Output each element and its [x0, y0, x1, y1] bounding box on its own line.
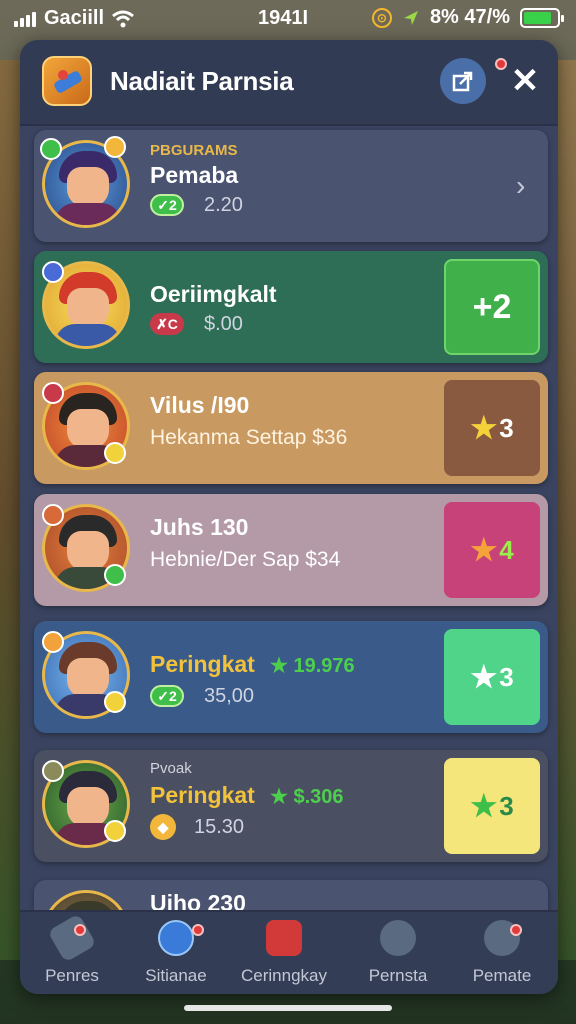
row-name: Juhs 130 [150, 514, 249, 540]
row-name: Pemaba [150, 162, 239, 188]
row-subtitle: PBGURAMS [150, 142, 238, 159]
add-points-button[interactable]: +2 [444, 259, 540, 355]
coin-badge-icon [104, 691, 126, 713]
rank-badge-icon [42, 631, 64, 653]
nav-label: Pernsta [368, 966, 428, 985]
status-bar: Gaciill 1941I ⊙ 8% 47/% [0, 0, 576, 38]
alarm-icon: ⊙ [371, 7, 392, 28]
row-name: Peringkat [150, 782, 255, 808]
bottom-navigation: Penres Sitianae Cerinngkay Pernsta Pemat… [20, 910, 558, 994]
row-name: Peringkat [150, 651, 255, 677]
row-detail: Hekanma Settap $36 [150, 426, 348, 449]
notification-dot [74, 924, 86, 936]
star-badge-icon [104, 442, 126, 464]
app-logo-icon [42, 56, 92, 106]
notification-dot [192, 924, 204, 936]
row-value: 35,00 [204, 685, 255, 707]
clover-badge-icon [104, 564, 126, 586]
clock: 1941I [258, 7, 309, 29]
rank-badge-icon [42, 760, 64, 782]
nav-item-cerinngkay[interactable]: Cerinngkay [232, 920, 336, 986]
list-item[interactable]: Vilus /I90 Hekanma Settap $36 ★ 3 [34, 372, 548, 484]
panel-title: Nadiait Parnsia [110, 66, 294, 96]
rank-star-button[interactable]: ★ 3 [444, 380, 540, 476]
rank-star-button[interactable]: ★ 4 [444, 502, 540, 598]
nav-label: Sitianae [145, 966, 207, 985]
heart-badge-icon [42, 382, 64, 404]
row-name: Oeriimgkalt [150, 281, 277, 307]
nav-item-pernsta[interactable]: Pernsta [346, 920, 450, 986]
row-name: Vilus /I90 [150, 392, 250, 418]
check-badge: ✓2 [150, 685, 184, 707]
list-item[interactable]: Juhs 130 Hebnie/Der Sap $34 ★ 4 [34, 494, 548, 606]
star-icon: ★ [470, 660, 498, 694]
rank-badge-icon [42, 504, 64, 526]
star-icon: ★ [470, 411, 498, 445]
row-subtitle: Pvoak [150, 760, 192, 777]
row-detail: Hebnie/Der Sap $34 [150, 548, 341, 571]
rank-badge-icon [42, 261, 64, 283]
rank-star-button[interactable]: ★ 3 [444, 758, 540, 854]
list-item[interactable]: Pvoak Peringkat ★ $.306 ◆ 15.30 ★ 3 [34, 750, 548, 862]
rank-star-button[interactable]: ★ 3 [444, 629, 540, 725]
battery-text: 8% 47/% [429, 6, 510, 28]
coin-badge-icon [104, 820, 126, 842]
coin-icon: ◆ [150, 814, 176, 840]
rank-badge-icon [40, 138, 62, 160]
row-value: $.00 [204, 313, 243, 335]
nav-label: Cerinngkay [241, 966, 327, 985]
signal-icon [14, 11, 36, 27]
row-value: 2.20 [204, 194, 243, 216]
check-badge: ✓2 [150, 194, 184, 216]
nav-label: Penres [45, 966, 99, 985]
gear-icon [380, 920, 416, 956]
list-item[interactable]: PBGURAMS Pemaba ✓2 2.20 › [34, 130, 548, 242]
notification-dot [510, 924, 522, 936]
coin-badge-icon [104, 136, 126, 158]
panel-header: Nadiait Parnsia ✕ [20, 40, 558, 126]
row-score: ★ 19.976 [270, 655, 355, 677]
close-icon: ✕ [510, 62, 540, 100]
cross-badge: ✗C [150, 313, 184, 335]
row-value: 15.30 [194, 816, 245, 838]
carrier-name: Gaciill [44, 7, 105, 29]
close-button[interactable]: ✕ [502, 58, 548, 104]
wifi-icon [112, 10, 134, 27]
nav-item-sitianae[interactable]: Sitianae [124, 920, 228, 986]
list-item[interactable]: Oeriimgkalt ✗C $.00 +2 [34, 251, 548, 363]
home-indicator[interactable] [184, 1005, 392, 1011]
star-icon: ★ [470, 789, 498, 823]
location-icon [403, 10, 418, 25]
pin-icon [158, 920, 194, 956]
star-icon: ★ [470, 533, 498, 567]
leaderboard-panel: Nadiait Parnsia ✕ PBGURAMS Pemaba ✓2 2.2… [20, 40, 558, 994]
leaderboard-icon [266, 920, 302, 956]
share-button[interactable] [440, 58, 486, 104]
nav-item-penres[interactable]: Penres [20, 913, 124, 986]
chevron-right-icon[interactable]: › [516, 170, 525, 202]
nav-item-pemate[interactable]: Pemate [450, 920, 554, 986]
row-score: ★ $.306 [270, 786, 344, 808]
battery-icon [520, 7, 564, 28]
list-item[interactable]: Peringkat ★ 19.976 ✓2 35,00 ★ 3 [34, 621, 548, 733]
share-icon [452, 71, 473, 92]
nav-label: Pemate [472, 966, 532, 985]
tag-icon [47, 913, 97, 963]
